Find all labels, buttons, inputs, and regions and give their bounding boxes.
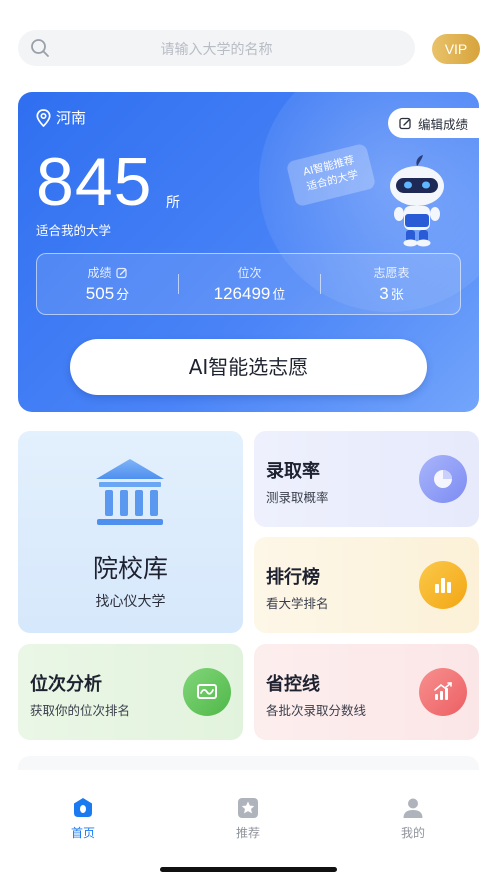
stat-score-unit: 分 bbox=[116, 288, 130, 303]
stat-score-value: 505 bbox=[85, 284, 115, 303]
admission-rate-subtitle: 测录取概率 bbox=[266, 490, 329, 505]
stat-score[interactable]: 成绩 505 分 bbox=[37, 254, 178, 316]
home-icon bbox=[74, 798, 92, 817]
stat-rank-value: 126499 bbox=[213, 284, 271, 303]
stat-rank-label: 位次 bbox=[237, 266, 262, 280]
province-label: 河南 bbox=[56, 109, 87, 127]
college-count-unit: 所 bbox=[166, 195, 180, 211]
robot-mascot-icon bbox=[390, 155, 444, 247]
stat-score-label: 成绩 bbox=[87, 266, 112, 280]
trend-monitor-icon bbox=[183, 668, 231, 716]
tab-home-label: 首页 bbox=[70, 826, 95, 840]
admission-rate-card[interactable]: 录取率 测录取概率 bbox=[254, 431, 479, 527]
vip-button[interactable]: VIP bbox=[432, 34, 480, 64]
position-analysis-title: 位次分析 bbox=[30, 674, 102, 695]
growth-chart-icon bbox=[419, 668, 467, 716]
search-placeholder: 请输入大学的名称 bbox=[160, 42, 273, 58]
edit-score-label: 编辑成绩 bbox=[417, 116, 468, 132]
ranking-card[interactable]: 排行榜 看大学排名 bbox=[254, 537, 479, 633]
stat-rank-unit: 位 bbox=[272, 288, 286, 303]
stat-rank: 位次 126499 位 bbox=[179, 254, 320, 316]
edit-icon bbox=[115, 267, 127, 278]
college-library-title: 院校库 bbox=[92, 554, 168, 583]
next-section-edge bbox=[18, 756, 479, 770]
stat-wishlist-value: 3 bbox=[379, 284, 389, 303]
tab-recommend-label: 推荐 bbox=[235, 826, 260, 840]
pie-chart-icon bbox=[419, 455, 467, 503]
ranking-subtitle: 看大学排名 bbox=[266, 596, 329, 611]
ai-select-wishes-button[interactable]: AI智能选志愿 bbox=[70, 339, 427, 395]
edit-score-button[interactable]: 编辑成绩 bbox=[388, 108, 479, 138]
user-icon bbox=[403, 798, 423, 818]
province-selector[interactable]: 河南 bbox=[36, 107, 86, 128]
home-indicator bbox=[160, 867, 337, 872]
bar-chart-icon bbox=[419, 561, 467, 609]
bottom-tab-bar: 首页 推荐 我的 bbox=[0, 780, 497, 850]
stat-wishlist-unit: 张 bbox=[390, 288, 404, 303]
position-analysis-subtitle: 获取你的位次排名 bbox=[30, 703, 131, 718]
ranking-title: 排行榜 bbox=[266, 567, 320, 588]
admission-rate-title: 录取率 bbox=[266, 461, 320, 482]
college-library-subtitle: 找心仪大学 bbox=[95, 594, 166, 610]
location-pin-icon bbox=[36, 108, 51, 127]
stat-wishlist-label: 志愿表 bbox=[373, 266, 410, 280]
tab-mine-label: 我的 bbox=[400, 826, 425, 840]
tab-home[interactable]: 首页 bbox=[43, 796, 123, 841]
college-count: 845 bbox=[36, 144, 153, 220]
university-building-icon bbox=[96, 459, 164, 525]
fit-colleges-label: 适合我的大学 bbox=[36, 223, 112, 238]
control-line-card[interactable]: 省控线 各批次录取分数线 bbox=[254, 644, 479, 740]
stat-wishlist[interactable]: 志愿表 3张 bbox=[321, 254, 462, 316]
control-line-title: 省控线 bbox=[266, 674, 320, 695]
college-library-card[interactable]: 院校库 找心仪大学 bbox=[18, 431, 243, 633]
position-analysis-card[interactable]: 位次分析 获取你的位次排名 bbox=[18, 644, 243, 740]
tab-recommend[interactable]: 推荐 bbox=[208, 796, 288, 841]
search-bar[interactable]: 请输入大学的名称 bbox=[18, 30, 415, 66]
recommendation-card: 河南 编辑成绩 845 所 适合我的大学 AI智能推荐 适合的大学 成绩 505… bbox=[18, 92, 479, 412]
star-icon bbox=[238, 798, 258, 818]
edit-icon bbox=[399, 117, 411, 129]
control-line-subtitle: 各批次录取分数线 bbox=[266, 703, 367, 718]
tab-mine[interactable]: 我的 bbox=[373, 796, 453, 841]
score-stats-panel[interactable]: 成绩 505 分 位次 126499 位 志愿表 3张 bbox=[36, 253, 461, 315]
